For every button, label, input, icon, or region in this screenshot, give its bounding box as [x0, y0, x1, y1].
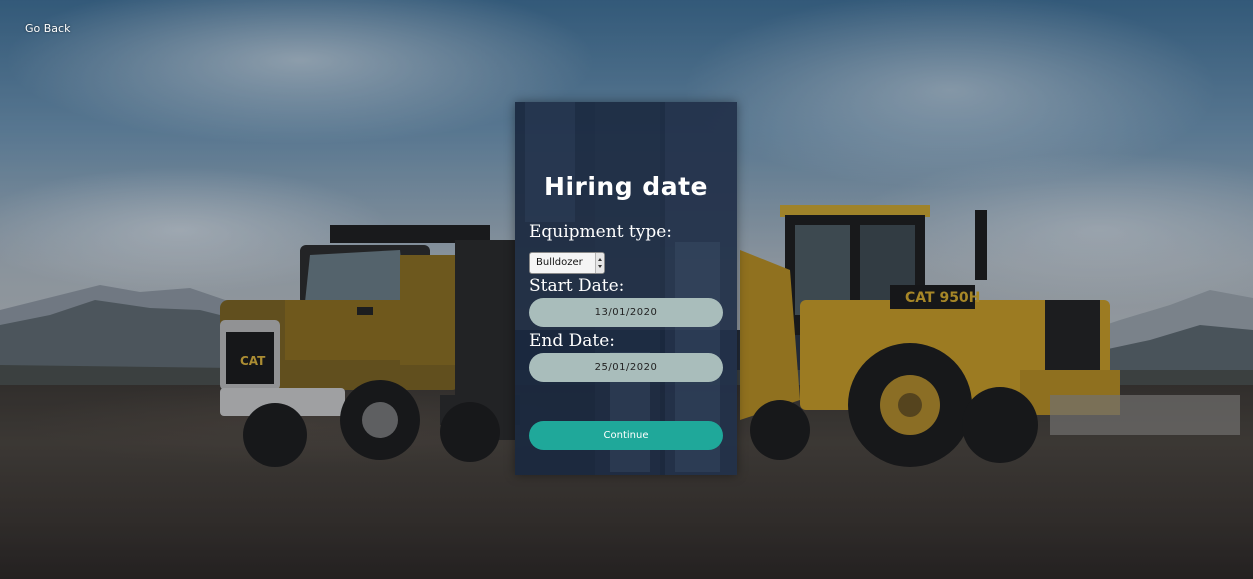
start-date-label: Start Date: [529, 276, 625, 296]
dropdown-arrow-icon [595, 253, 604, 273]
go-back-link[interactable]: Go Back [25, 22, 70, 35]
hiring-date-page: CAT CAT 950H Go Back Hiring date Equipme… [0, 0, 1253, 579]
equipment-type-label: Equipment type: [529, 222, 673, 242]
end-date-input[interactable]: 25/01/2020 [529, 353, 723, 382]
form-title: Hiring date [544, 172, 708, 201]
end-date-label: End Date: [529, 331, 616, 351]
equipment-type-select[interactable]: Bulldozer [529, 252, 605, 274]
start-date-input[interactable]: 13/01/2020 [529, 298, 723, 327]
equipment-type-value: Bulldozer [536, 257, 583, 268]
hiring-date-form: Hiring date Equipment type: Bulldozer St… [515, 102, 737, 475]
continue-button[interactable]: Continue [529, 421, 723, 450]
